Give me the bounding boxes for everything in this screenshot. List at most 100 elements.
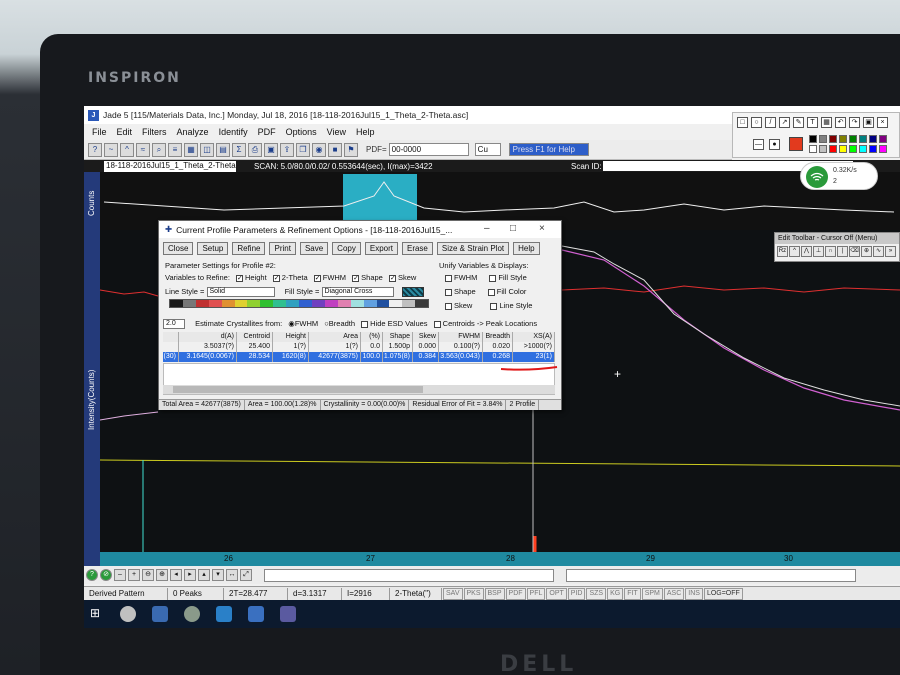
current-color-swatch[interactable]: [789, 137, 803, 151]
fit-icon[interactable]: ∿: [873, 246, 884, 257]
minimize-icon[interactable]: –: [484, 223, 490, 234]
menu-options[interactable]: Options: [286, 127, 317, 137]
right-arrow-icon[interactable]: ▸: [184, 569, 196, 581]
peak-add-icon[interactable]: ^: [789, 246, 800, 257]
bg-icon[interactable]: ⊥: [813, 246, 824, 257]
color-red[interactable]: [829, 145, 837, 153]
calc-icon[interactable]: Σ: [232, 142, 246, 157]
cancel-circle-icon[interactable]: ⊘: [100, 569, 112, 581]
app-icon-blue[interactable]: [216, 606, 232, 622]
hide-esd-checkbox[interactable]: [361, 320, 369, 328]
search-icon[interactable]: ⌕: [152, 142, 166, 157]
undo-tool-icon[interactable]: ↶: [835, 117, 846, 128]
plus-icon[interactable]: +: [128, 569, 140, 581]
peak-edit-icon[interactable]: ⋀: [801, 246, 812, 257]
scrollbar-thumb[interactable]: [173, 386, 423, 393]
table-scrollbar[interactable]: [163, 385, 555, 394]
two-theta-checkbox[interactable]: ✓: [272, 274, 280, 282]
left-arrow-icon[interactable]: ◂: [170, 569, 182, 581]
color-navy[interactable]: [869, 135, 877, 143]
scan-file-select[interactable]: 18-118-2016Jul15_1_Theta_2-Theta: [104, 160, 236, 172]
close-button[interactable]: Close: [163, 242, 194, 255]
peak-icon[interactable]: ^: [120, 142, 134, 157]
zoom-icon[interactable]: ⊕: [861, 246, 872, 257]
record-icon[interactable]: ◉: [312, 142, 326, 157]
grid-icon[interactable]: ▦: [184, 142, 198, 157]
flag-icon[interactable]: ⚑: [344, 142, 358, 157]
settings-icon[interactable]: [120, 606, 136, 622]
dot-tool-icon[interactable]: ●: [769, 139, 780, 150]
copy-icon[interactable]: ❐: [296, 142, 310, 157]
save-button[interactable]: Save: [299, 242, 329, 255]
menu-help[interactable]: Help: [356, 127, 375, 137]
text-tool-icon[interactable]: T: [807, 117, 818, 128]
color-maroon[interactable]: [829, 135, 837, 143]
menu-edit[interactable]: Edit: [117, 127, 133, 137]
list-icon[interactable]: ≡: [168, 142, 182, 157]
unify-fwhm-checkbox[interactable]: [445, 274, 452, 282]
table-row-selected[interactable]: (30) 3.1645(0.0067) 28.534 1620(8) 42677…: [163, 352, 555, 362]
shape-checkbox[interactable]: ✓: [352, 274, 360, 282]
erase-icon[interactable]: ⌫: [849, 246, 860, 257]
expand-icon[interactable]: ↔: [226, 569, 238, 581]
crystallite-input[interactable]: 2.0: [163, 319, 185, 330]
down-arrow-icon[interactable]: ▾: [212, 569, 224, 581]
print-button[interactable]: Print: [269, 242, 296, 255]
setup-button[interactable]: Setup: [197, 242, 229, 255]
explorer-icon[interactable]: [152, 606, 168, 622]
color-yellow[interactable]: [839, 145, 847, 153]
stop-icon[interactable]: ■: [328, 142, 342, 157]
print-icon[interactable]: ⎙: [248, 142, 262, 157]
pen-tool-icon[interactable]: ✎: [793, 117, 804, 128]
jade-taskbar-icon[interactable]: [248, 606, 264, 622]
unify-fill-color-checkbox[interactable]: [487, 288, 495, 296]
export-icon[interactable]: ⇪: [280, 142, 294, 157]
redo-tool-icon[interactable]: ↷: [849, 117, 860, 128]
erase-button[interactable]: Erase: [401, 242, 433, 255]
color-fuchsia[interactable]: [879, 145, 887, 153]
color-silver[interactable]: [819, 145, 827, 153]
zoom-out-icon[interactable]: ⊖: [142, 569, 154, 581]
unify-fill-style-checkbox[interactable]: [489, 274, 497, 282]
rz-icon[interactable]: Rz: [777, 246, 788, 257]
unify-skew-checkbox[interactable]: [445, 302, 452, 310]
app-icon-purple[interactable]: [280, 606, 296, 622]
overlay-icon[interactable]: ◫: [200, 142, 214, 157]
element-select[interactable]: Cu: [474, 143, 501, 156]
color-black[interactable]: [809, 135, 817, 143]
zoom-in-icon[interactable]: ⊕: [156, 569, 168, 581]
menu-identify[interactable]: Identify: [219, 127, 248, 137]
open-icon[interactable]: ▤: [216, 142, 230, 157]
save-tool-icon[interactable]: ▣: [863, 117, 874, 128]
menu-file[interactable]: File: [92, 127, 107, 137]
color-palette[interactable]: [169, 299, 429, 308]
ellipse-tool-icon[interactable]: ○: [751, 117, 762, 128]
width-tool-icon[interactable]: ―: [753, 139, 764, 150]
arrow-tool-icon[interactable]: ↗: [779, 117, 790, 128]
fit-screen-icon[interactable]: ⤢: [240, 569, 252, 581]
pdf-number-input[interactable]: 00-0000: [388, 143, 469, 156]
table-row[interactable]: 3.5037(?) 25.400 1(?) 1(?) 0.0 1.500p 0.…: [163, 342, 555, 352]
height-checkbox[interactable]: ✓: [236, 274, 243, 282]
minus-icon[interactable]: –: [114, 569, 126, 581]
fill-style-select[interactable]: Diagonal Cross: [321, 287, 394, 298]
more-icon[interactable]: »: [885, 246, 896, 257]
rectangle-tool-icon[interactable]: □: [737, 117, 748, 128]
maximize-icon[interactable]: □: [510, 223, 516, 234]
skew-checkbox[interactable]: ✓: [388, 274, 396, 282]
menu-filters[interactable]: Filters: [142, 127, 167, 137]
color-white[interactable]: [809, 145, 817, 153]
help-button[interactable]: Help: [513, 242, 540, 255]
browser-icon[interactable]: [184, 606, 200, 622]
help-icon[interactable]: ?: [88, 142, 102, 157]
help-circle-icon[interactable]: ?: [86, 569, 98, 581]
color-aqua[interactable]: [859, 145, 867, 153]
line-style-select[interactable]: Solid: [206, 287, 275, 298]
color-lime[interactable]: [849, 145, 857, 153]
fwhm-checkbox[interactable]: ✓: [313, 274, 321, 282]
up-arrow-icon[interactable]: ▴: [198, 569, 210, 581]
profile-icon[interactable]: ∩: [825, 246, 836, 257]
line-tool-icon[interactable]: /: [765, 117, 776, 128]
menu-analyze[interactable]: Analyze: [177, 127, 209, 137]
fill-tool-icon[interactable]: ▦: [821, 117, 832, 128]
